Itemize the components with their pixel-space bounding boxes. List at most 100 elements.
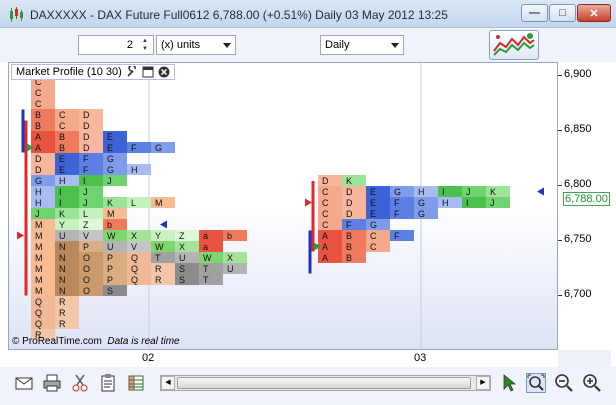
tpo-cell: D: [79, 120, 103, 131]
wrench-icon[interactable]: [126, 66, 138, 78]
tpo-letter: Z: [83, 220, 89, 230]
maximize-icon: □: [559, 7, 566, 19]
tpo-letter: J: [490, 198, 495, 208]
cursor-icon[interactable]: [500, 373, 520, 393]
tpo-cell: G: [414, 197, 438, 208]
tpo-cell: R: [151, 274, 175, 285]
tpo-cell: O: [79, 285, 103, 296]
tpo-cell: A: [318, 241, 342, 252]
tpo-cell: A: [318, 252, 342, 263]
tpo-cell: B: [55, 131, 79, 142]
window-icon[interactable]: [142, 66, 154, 78]
title-bar: DAXXXXX - DAX Future Full0612 6,788.00 (…: [0, 0, 616, 28]
tpo-letter: I: [466, 198, 469, 208]
zoom-fit-icon[interactable]: [526, 373, 546, 393]
window-title: DAXXXXX - DAX Future Full0612 6,788.00 (…: [30, 8, 448, 22]
maximize-button[interactable]: □: [549, 4, 576, 22]
tpo-letter: K: [490, 187, 496, 197]
tpo-cell: G: [414, 208, 438, 219]
price-axis[interactable]: 6,900 6,850 6,800 6,750 6,700 6,788.00: [558, 62, 611, 350]
printer-icon[interactable]: [42, 373, 62, 393]
tpo-letter: N: [59, 253, 66, 263]
minimize-icon: —: [529, 7, 540, 19]
tpo-letter: C: [59, 121, 66, 131]
envelope-icon[interactable]: [14, 373, 34, 393]
toolbar: 2 ▲ ▼ (x) units Daily: [0, 28, 616, 62]
tpo-cell: Q: [127, 274, 151, 285]
tpo-cell: E: [103, 131, 127, 142]
zoom-out-icon[interactable]: [554, 373, 574, 393]
price-tick-mark: [558, 240, 562, 241]
tpo-letter: P: [107, 253, 113, 263]
tpo-cell: Q: [31, 296, 55, 307]
time-axis[interactable]: 02 03: [8, 350, 558, 367]
tpo-cell: K: [486, 186, 510, 197]
tpo-letter: F: [131, 143, 137, 153]
price-tick-label: 6,900: [564, 68, 592, 80]
units-type-select[interactable]: (x) units: [156, 35, 236, 55]
tpo-letter: A: [35, 143, 41, 153]
tpo-cell: H: [127, 164, 151, 175]
tpo-letter: B: [59, 132, 65, 142]
tpo-letter: L: [131, 198, 136, 208]
zoom-in-icon[interactable]: [582, 373, 602, 393]
tpo-letter: H: [131, 165, 138, 175]
tpo-letter: M: [35, 242, 43, 252]
tpo-letter: U: [227, 264, 234, 274]
tpo-letter: C: [370, 231, 377, 241]
minimize-button[interactable]: —: [521, 4, 548, 22]
close-panel-icon[interactable]: [158, 66, 170, 78]
tpo-letter: K: [107, 198, 113, 208]
tpo-cell: T: [151, 252, 175, 263]
scroll-right-icon[interactable]: ▶: [476, 376, 490, 390]
tpo-cell: N: [55, 274, 79, 285]
tpo-letter: N: [59, 275, 66, 285]
scroll-thumb[interactable]: [177, 377, 471, 389]
close-button[interactable]: ✕: [577, 4, 611, 22]
tpo-cell: B: [342, 252, 366, 263]
tpo-letter: J: [107, 176, 112, 186]
tpo-cell: W: [103, 230, 127, 241]
tpo-letter: B: [346, 242, 352, 252]
period-select[interactable]: Daily: [320, 35, 404, 55]
tpo-letter: C: [322, 198, 329, 208]
indicator-button[interactable]: [489, 30, 539, 60]
tpo-cell: L: [127, 197, 151, 208]
scroll-left-icon[interactable]: ◀: [161, 376, 175, 390]
poc-marker: [305, 198, 312, 207]
tpo-cell: M: [31, 263, 55, 274]
spreadsheet-icon[interactable]: [126, 373, 146, 393]
chevron-down-icon: [223, 43, 231, 48]
tpo-cell: C: [31, 98, 55, 109]
units-stepper[interactable]: 2 ▲ ▼: [78, 35, 154, 55]
price-tick-label: 6,700: [564, 288, 592, 300]
stepper-arrows-icon[interactable]: ▲ ▼: [139, 37, 151, 53]
tpo-letter: V: [83, 231, 89, 241]
tpo-letter: C: [35, 88, 42, 98]
tpo-cell: M: [31, 241, 55, 252]
tpo-cell: F: [79, 153, 103, 164]
tpo-letter: G: [394, 187, 401, 197]
tpo-cell: C: [318, 197, 342, 208]
price-tick-mark: [558, 185, 562, 186]
tpo-letter: M: [35, 286, 43, 296]
chart-plot-area[interactable]: CCCBCDBCDABDEABDEFGDEFGDEFGHGHIJHIJHIJKL…: [8, 62, 558, 350]
last-price-badge: 6,788.00: [563, 192, 610, 206]
tpo-letter: M: [107, 209, 115, 219]
tpo-letter: H: [35, 187, 42, 197]
tpo-cell: Q: [127, 263, 151, 274]
tpo-cell: S: [175, 274, 199, 285]
tpo-cell: W: [199, 252, 223, 263]
panel-title-bar: Market Profile (10 30): [11, 64, 175, 80]
tpo-letter: I: [442, 187, 445, 197]
tpo-cell: J: [31, 208, 55, 219]
tpo-cell: U: [55, 230, 79, 241]
tpo-cell: E: [366, 197, 390, 208]
tpo-letter: F: [346, 220, 352, 230]
close-marker: [537, 187, 544, 196]
clipboard-icon[interactable]: [98, 373, 118, 393]
tpo-cell: E: [103, 142, 127, 153]
tpo-letter: M: [35, 264, 43, 274]
horizontal-scrollbar[interactable]: ◀ ▶: [160, 375, 491, 391]
scissors-icon[interactable]: [70, 373, 90, 393]
